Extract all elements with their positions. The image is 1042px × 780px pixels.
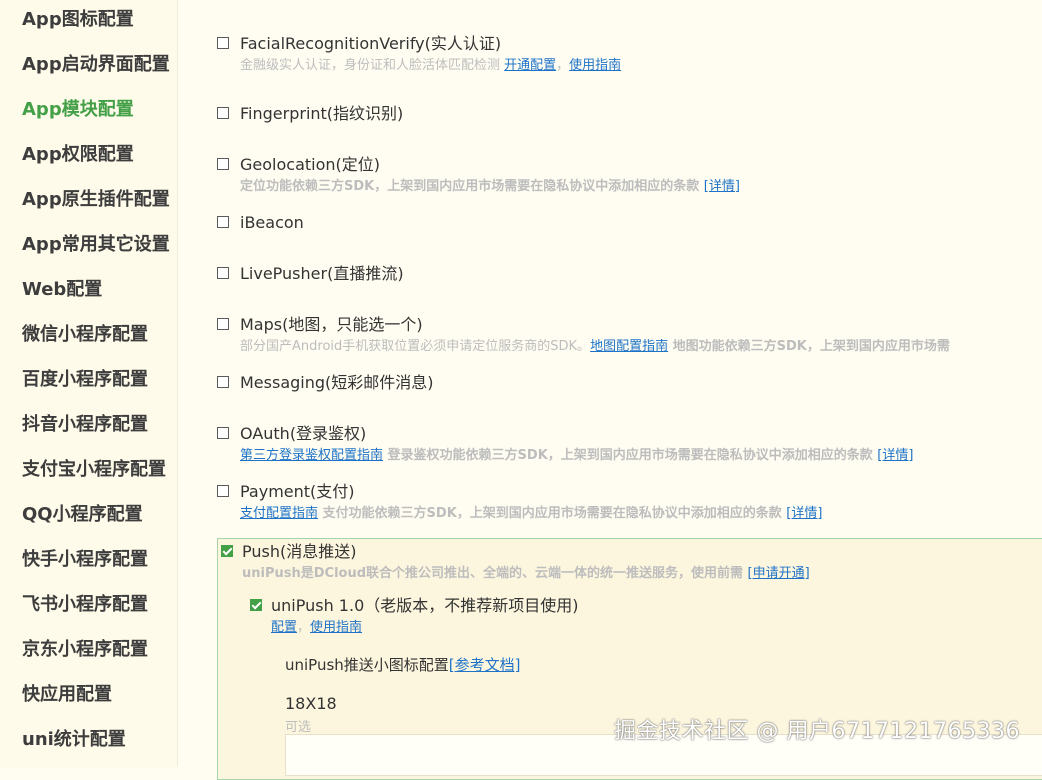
facial-link-separator: ，: [556, 58, 570, 73]
messaging-checkbox[interactable]: [217, 376, 229, 388]
sidebar-item-alipay[interactable]: 支付宝小程序配置: [22, 459, 166, 481]
module-config-panel: FacialRecognitionVerify(实人认证) 金融级实人认证，身份…: [177, 0, 1042, 780]
facial-recognition-desc: 金融级实人认证，身份证和人脸活体匹配检测 开通配置，使用指南: [240, 58, 621, 74]
push-checkbox[interactable]: [221, 545, 233, 557]
fingerprint-title: Fingerprint(指纹识别): [240, 104, 404, 123]
payment-checkbox[interactable]: [217, 485, 229, 497]
icon-size-label: 18X18: [285, 694, 337, 713]
geolocation-desc-text: 定位功能依赖三方SDK，上架到国内应用市场需要在隐私协议中添加相应的条款: [240, 179, 704, 194]
unipush-icon-config-label: uniPush推送小图标配置: [285, 656, 449, 674]
sidebar-item-baidu[interactable]: 百度小程序配置: [22, 369, 148, 391]
fingerprint-checkbox[interactable]: [217, 107, 229, 119]
push-desc-text: uniPush是DCloud联合个推公司推出、全端的、云端一体的统一推送服务，使…: [242, 566, 748, 581]
oauth-title: OAuth(登录鉴权): [240, 424, 367, 443]
oauth-checkbox[interactable]: [217, 427, 229, 439]
sidebar-item-web[interactable]: Web配置: [22, 279, 102, 301]
livepusher-title: LivePusher(直播推流): [240, 264, 404, 283]
payment-details-link[interactable]: [详情]: [786, 506, 822, 521]
maps-title: Maps(地图，只能选一个): [240, 315, 423, 334]
sidebar-item-qq[interactable]: QQ小程序配置: [22, 504, 143, 526]
unipush-config-link[interactable]: 配置: [271, 620, 297, 635]
push-desc: uniPush是DCloud联合个推公司推出、全端的、云端一体的统一推送服务，使…: [242, 566, 810, 582]
optional-label: 可选: [285, 720, 312, 735]
ibeacon-checkbox[interactable]: [217, 216, 229, 228]
geolocation-desc: 定位功能依赖三方SDK，上架到国内应用市场需要在隐私协议中添加相应的条款 [详情…: [240, 179, 740, 195]
sidebar-item-feishu[interactable]: 飞书小程序配置: [22, 594, 148, 616]
sidebar-item-app-modules[interactable]: App模块配置: [22, 99, 134, 121]
facial-recognition-checkbox[interactable]: [217, 37, 229, 49]
ibeacon-title: iBeacon: [240, 213, 304, 232]
unipush-links: 配置，使用指南: [271, 620, 362, 636]
payment-config-guide-link[interactable]: 支付配置指南: [240, 506, 318, 521]
maps-desc: 部分国产Android手机获取位置必须申请定位服务商的SDK。地图配置指南 地图…: [240, 339, 1042, 355]
oauth-desc-text: 登录鉴权功能依赖三方SDK，上架到国内应用市场需要在隐私协议中添加相应的条款: [383, 448, 878, 463]
geolocation-title: Geolocation(定位): [240, 155, 381, 174]
payment-desc: 支付配置指南 支付功能依赖三方SDK，上架到国内应用市场需要在隐私协议中添加相应…: [240, 506, 822, 522]
sidebar-item-jd[interactable]: 京东小程序配置: [22, 639, 148, 661]
messaging-title: Messaging(短彩邮件消息): [240, 373, 434, 392]
oauth-details-link[interactable]: [详情]: [877, 448, 913, 463]
unipush-icon-config: uniPush推送小图标配置[参考文档]: [285, 654, 521, 675]
sidebar-item-quickapp[interactable]: 快应用配置: [22, 684, 112, 706]
facial-recognition-desc-text: 金融级实人认证，身份证和人脸活体匹配检测: [240, 58, 505, 73]
maps-desc-text-2: 地图功能依赖三方SDK，上架到国内应用市场需: [668, 339, 950, 354]
facial-recognition-title: FacialRecognitionVerify(实人认证): [240, 34, 502, 53]
sidebar-item-app-native-plugins[interactable]: App原生插件配置: [22, 189, 170, 211]
unipush-link-separator: ，: [297, 620, 311, 635]
sidebar-item-app-permissions[interactable]: App权限配置: [22, 144, 134, 166]
maps-config-guide-link[interactable]: 地图配置指南: [590, 339, 668, 354]
geolocation-checkbox[interactable]: [217, 158, 229, 170]
sidebar-item-app-icon[interactable]: App图标配置: [22, 9, 134, 31]
sidebar: App图标配置 App启动界面配置 App模块配置 App权限配置 App原生插…: [0, 0, 178, 767]
sidebar-item-app-other-settings[interactable]: App常用其它设置: [22, 234, 170, 256]
unipush-title: uniPush 1.0（老版本，不推荐新项目使用): [271, 596, 579, 615]
geolocation-details-link[interactable]: [详情]: [704, 179, 740, 194]
sidebar-item-app-splash[interactable]: App启动界面配置: [22, 54, 170, 76]
maps-checkbox[interactable]: [217, 318, 229, 330]
watermark: 掘金技术社区 @ 用户6717121765336: [614, 719, 1020, 744]
sidebar-item-weixin[interactable]: 微信小程序配置: [22, 324, 148, 346]
maps-desc-text: 部分国产Android手机获取位置必须申请定位服务商的SDK。: [240, 339, 591, 354]
facial-enable-config-link[interactable]: 开通配置: [504, 58, 556, 73]
facial-usage-guide-link[interactable]: 使用指南: [569, 58, 621, 73]
sidebar-item-uni-stat[interactable]: uni统计配置: [22, 729, 126, 751]
unipush-checkbox[interactable]: [250, 599, 262, 611]
push-title: Push(消息推送): [242, 542, 357, 561]
livepusher-checkbox[interactable]: [217, 267, 229, 279]
oauth-config-guide-link[interactable]: 第三方登录鉴权配置指南: [240, 448, 383, 463]
unipush-icon-reference-link[interactable]: [参考文档]: [449, 656, 521, 674]
payment-title: Payment(支付): [240, 482, 355, 501]
payment-desc-text: 支付功能依赖三方SDK，上架到国内应用市场需要在隐私协议中添加相应的条款: [318, 506, 787, 521]
sidebar-item-douyin[interactable]: 抖音小程序配置: [22, 414, 148, 436]
oauth-desc: 第三方登录鉴权配置指南 登录鉴权功能依赖三方SDK，上架到国内应用市场需要在隐私…: [240, 448, 913, 464]
sidebar-item-kuaishou[interactable]: 快手小程序配置: [22, 549, 148, 571]
unipush-usage-guide-link[interactable]: 使用指南: [310, 620, 362, 635]
push-apply-link[interactable]: [申请开通]: [748, 566, 810, 581]
